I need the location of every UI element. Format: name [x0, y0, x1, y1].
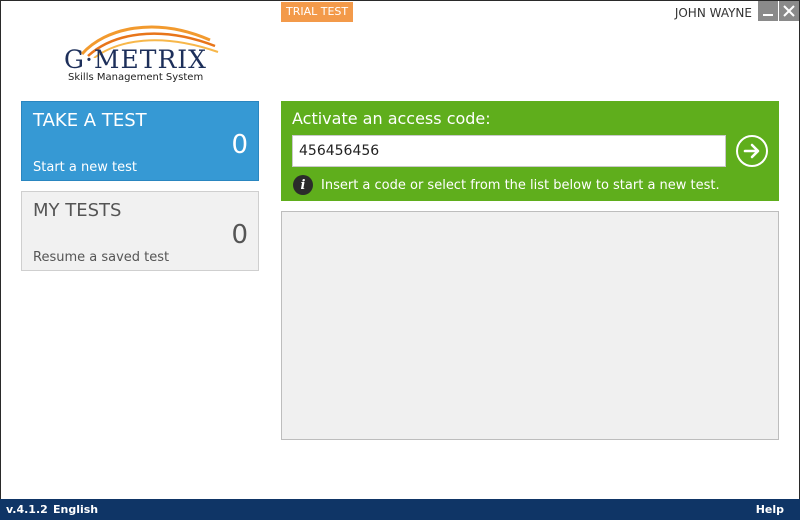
- access-code-input[interactable]: [292, 135, 726, 167]
- activate-title: Activate an access code:: [292, 109, 491, 128]
- info-text: Insert a code or select from the list be…: [321, 177, 720, 193]
- status-bar: v.4.1.2 English Help: [0, 499, 800, 520]
- my-tests-title: MY TESTS: [33, 200, 122, 221]
- close-icon: [783, 5, 795, 17]
- minimize-icon: [763, 14, 773, 16]
- logo-text: G·METRIX: [64, 45, 207, 74]
- activate-code-panel: Activate an access code: i Insert a code…: [281, 101, 779, 201]
- take-a-test-subtitle: Start a new test: [33, 160, 137, 175]
- arrow-right-circle-icon: [743, 143, 760, 159]
- version-label: v.4.1.2: [6, 503, 48, 516]
- gmetrix-logo: G·METRIX Skills Management System: [60, 18, 230, 88]
- help-link[interactable]: Help: [756, 503, 784, 516]
- my-tests-subtitle: Resume a saved test: [33, 250, 170, 265]
- take-a-test-count: 0: [231, 130, 248, 160]
- info-icon: i: [293, 175, 313, 195]
- take-a-test-title: TAKE A TEST: [33, 110, 147, 131]
- submit-code-button[interactable]: [736, 135, 768, 167]
- minimize-button[interactable]: [758, 1, 778, 21]
- my-tests-count: 0: [231, 220, 248, 250]
- language-selector[interactable]: English: [53, 503, 98, 516]
- take-a-test-tile[interactable]: TAKE A TEST 0 Start a new test: [21, 101, 259, 181]
- trial-test-badge: TRIAL TEST: [281, 2, 354, 22]
- my-tests-tile[interactable]: MY TESTS 0 Resume a saved test: [21, 191, 259, 271]
- info-row: i Insert a code or select from the list …: [293, 175, 720, 195]
- test-list[interactable]: [281, 211, 779, 440]
- logo-subtitle: Skills Management System: [68, 72, 204, 83]
- close-button[interactable]: [779, 1, 799, 21]
- user-name[interactable]: JOHN WAYNE: [675, 6, 752, 20]
